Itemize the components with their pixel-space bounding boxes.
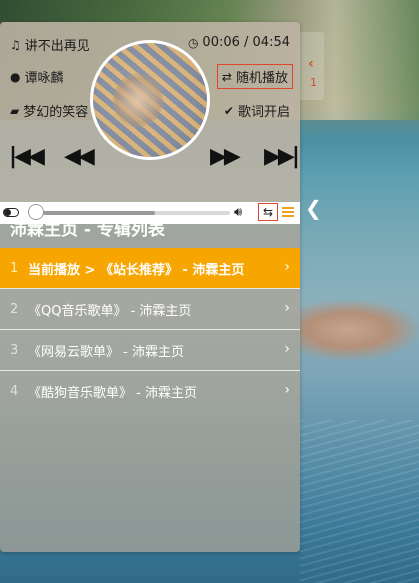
music-note-icon: ♫	[10, 37, 21, 52]
background-rock	[300, 300, 419, 360]
fast-forward-icon: ▶▶	[210, 144, 241, 169]
chevron-left-icon: ‹	[308, 56, 314, 72]
background-water	[300, 420, 419, 583]
shuffle-icon: ⇄	[221, 69, 232, 84]
song-title: 讲不出再见	[24, 39, 90, 54]
row-title: 《网易云歌单》 - 沛霖主页	[28, 344, 184, 360]
chevron-right-icon: ›	[284, 300, 290, 316]
chevron-left-icon: ❮	[305, 196, 322, 220]
lyrics-toggle[interactable]: ✔ 歌词开启	[223, 101, 290, 121]
play-mode-label: 随机播放	[235, 71, 288, 86]
check-circle-icon: ✔	[223, 103, 234, 118]
music-player-panel: ♫ 讲不出再见 ◷ 00:06 / 04:54 ● 谭咏麟 ⇄ 随机播放 ▰ 梦…	[0, 22, 300, 552]
artist-info: ● 谭咏麟	[10, 67, 64, 87]
row-number: 2	[10, 301, 19, 317]
album-cover	[90, 40, 210, 160]
rewind-icon: ◀◀	[64, 144, 95, 169]
row-title: 《QQ音乐歌单》 - 沛霖主页	[28, 303, 192, 319]
playlist-row-active[interactable]: 1 当前播放 > 《站长推荐》 - 沛霖主页 ›	[0, 248, 300, 288]
clock-icon: ◷	[187, 35, 199, 50]
playlist: 1 当前播放 > 《站长推荐》 - 沛霖主页 › 2 《QQ音乐歌单》 - 沛霖主页 › 3…	[0, 248, 300, 411]
play-mode-button[interactable]: ⇄ 随机播放	[216, 64, 293, 89]
volume-icon[interactable]: 🔊︎	[234, 205, 242, 220]
chevron-right-icon: ›	[284, 341, 290, 357]
skip-to-start-icon: |◀◀	[9, 144, 45, 169]
repeat-button[interactable]: ⇆	[258, 203, 278, 221]
row-title: 当前播放 > 《站长推荐》 - 沛霖主页	[28, 262, 245, 278]
album-info: ▰ 梦幻的笑容	[10, 101, 89, 121]
playlist-title: 沛霖主页 - 专辑列表	[10, 220, 165, 240]
artist-name: 谭咏麟	[24, 71, 64, 86]
skip-to-start-button[interactable]: |◀◀	[9, 144, 45, 169]
lyrics-label: 歌词开启	[237, 105, 290, 120]
repeat-icon: ⇆	[262, 205, 274, 219]
playlist-row[interactable]: 4 《酷狗音乐歌单》 - 沛霖主页 ›	[0, 370, 300, 411]
side-tab-count: 1	[310, 76, 317, 89]
playlist-row[interactable]: 2 《QQ音乐歌单》 - 沛霖主页 ›	[0, 288, 300, 329]
chevron-right-icon: ›	[284, 382, 290, 398]
folder-icon: ▰	[10, 103, 20, 118]
row-number: 4	[10, 383, 19, 399]
collapse-panel-button[interactable]: ❮	[305, 196, 322, 220]
play-time: 00:06 / 04:54	[202, 35, 290, 50]
row-number: 3	[10, 342, 19, 358]
album-name: 梦幻的笑容	[23, 105, 89, 120]
side-toggle-tab[interactable]: ‹ 1	[300, 32, 324, 100]
chevron-right-icon: ›	[284, 259, 290, 275]
song-info: ♫ 讲不出再见	[10, 35, 90, 55]
time-info: ◷ 00:06 / 04:54	[188, 35, 290, 50]
player-header: ♫ 讲不出再见 ◷ 00:06 / 04:54 ● 谭咏麟 ⇄ 随机播放 ▰ 梦…	[0, 22, 300, 202]
skip-to-end-icon: ▶▶|	[264, 144, 300, 169]
skip-to-end-button[interactable]: ▶▶|	[264, 144, 300, 169]
user-icon: ●	[10, 69, 21, 84]
list-icon[interactable]	[282, 205, 294, 219]
playlist-row[interactable]: 3 《网易云歌单》 - 沛霖主页 ›	[0, 329, 300, 370]
rewind-button[interactable]: ◀◀	[64, 144, 95, 169]
row-title: 《酷狗音乐歌单》 - 沛霖主页	[28, 385, 197, 401]
fast-forward-button[interactable]: ▶▶	[210, 144, 241, 169]
row-number: 1	[10, 260, 19, 276]
